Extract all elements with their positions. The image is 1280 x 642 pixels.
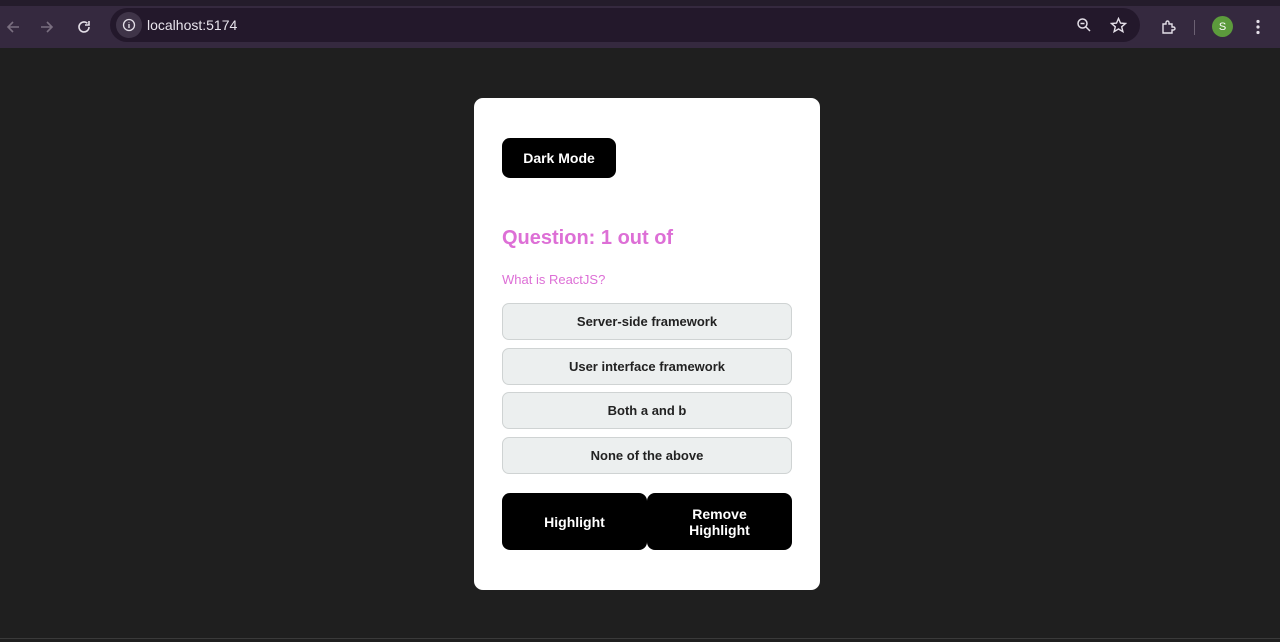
toolbar-divider: [1194, 20, 1195, 35]
reload-icon[interactable]: [71, 14, 97, 40]
bookmark-star-icon[interactable]: [1105, 12, 1131, 38]
option-button[interactable]: User interface framework: [502, 348, 792, 385]
question-text: What is ReactJS?: [502, 272, 606, 287]
option-button[interactable]: Both a and b: [502, 392, 792, 429]
dark-mode-button[interactable]: Dark Mode: [502, 138, 616, 178]
site-info-icon[interactable]: [116, 12, 142, 38]
window-bottom-edge: [0, 638, 1280, 639]
forward-icon[interactable]: [34, 14, 60, 40]
extensions-icon[interactable]: [1155, 14, 1181, 40]
address-bar[interactable]: localhost:5174: [110, 8, 1140, 42]
profile-avatar[interactable]: S: [1212, 16, 1233, 37]
zoom-icon[interactable]: [1071, 12, 1097, 38]
question-heading: Question: 1 out of: [502, 227, 674, 249]
quiz-card: Dark Mode Question: 1 out of What is Rea…: [474, 98, 820, 590]
url-text: localhost:5174: [147, 17, 238, 33]
back-icon[interactable]: [0, 14, 26, 40]
kebab-menu-icon[interactable]: [1245, 14, 1271, 40]
option-button[interactable]: None of the above: [502, 437, 792, 474]
highlight-button[interactable]: Highlight: [502, 493, 647, 550]
remove-highlight-button[interactable]: Remove Highlight: [647, 493, 792, 550]
option-button[interactable]: Server-side framework: [502, 303, 792, 340]
browser-toolbar: localhost:5174 S: [0, 0, 1280, 48]
